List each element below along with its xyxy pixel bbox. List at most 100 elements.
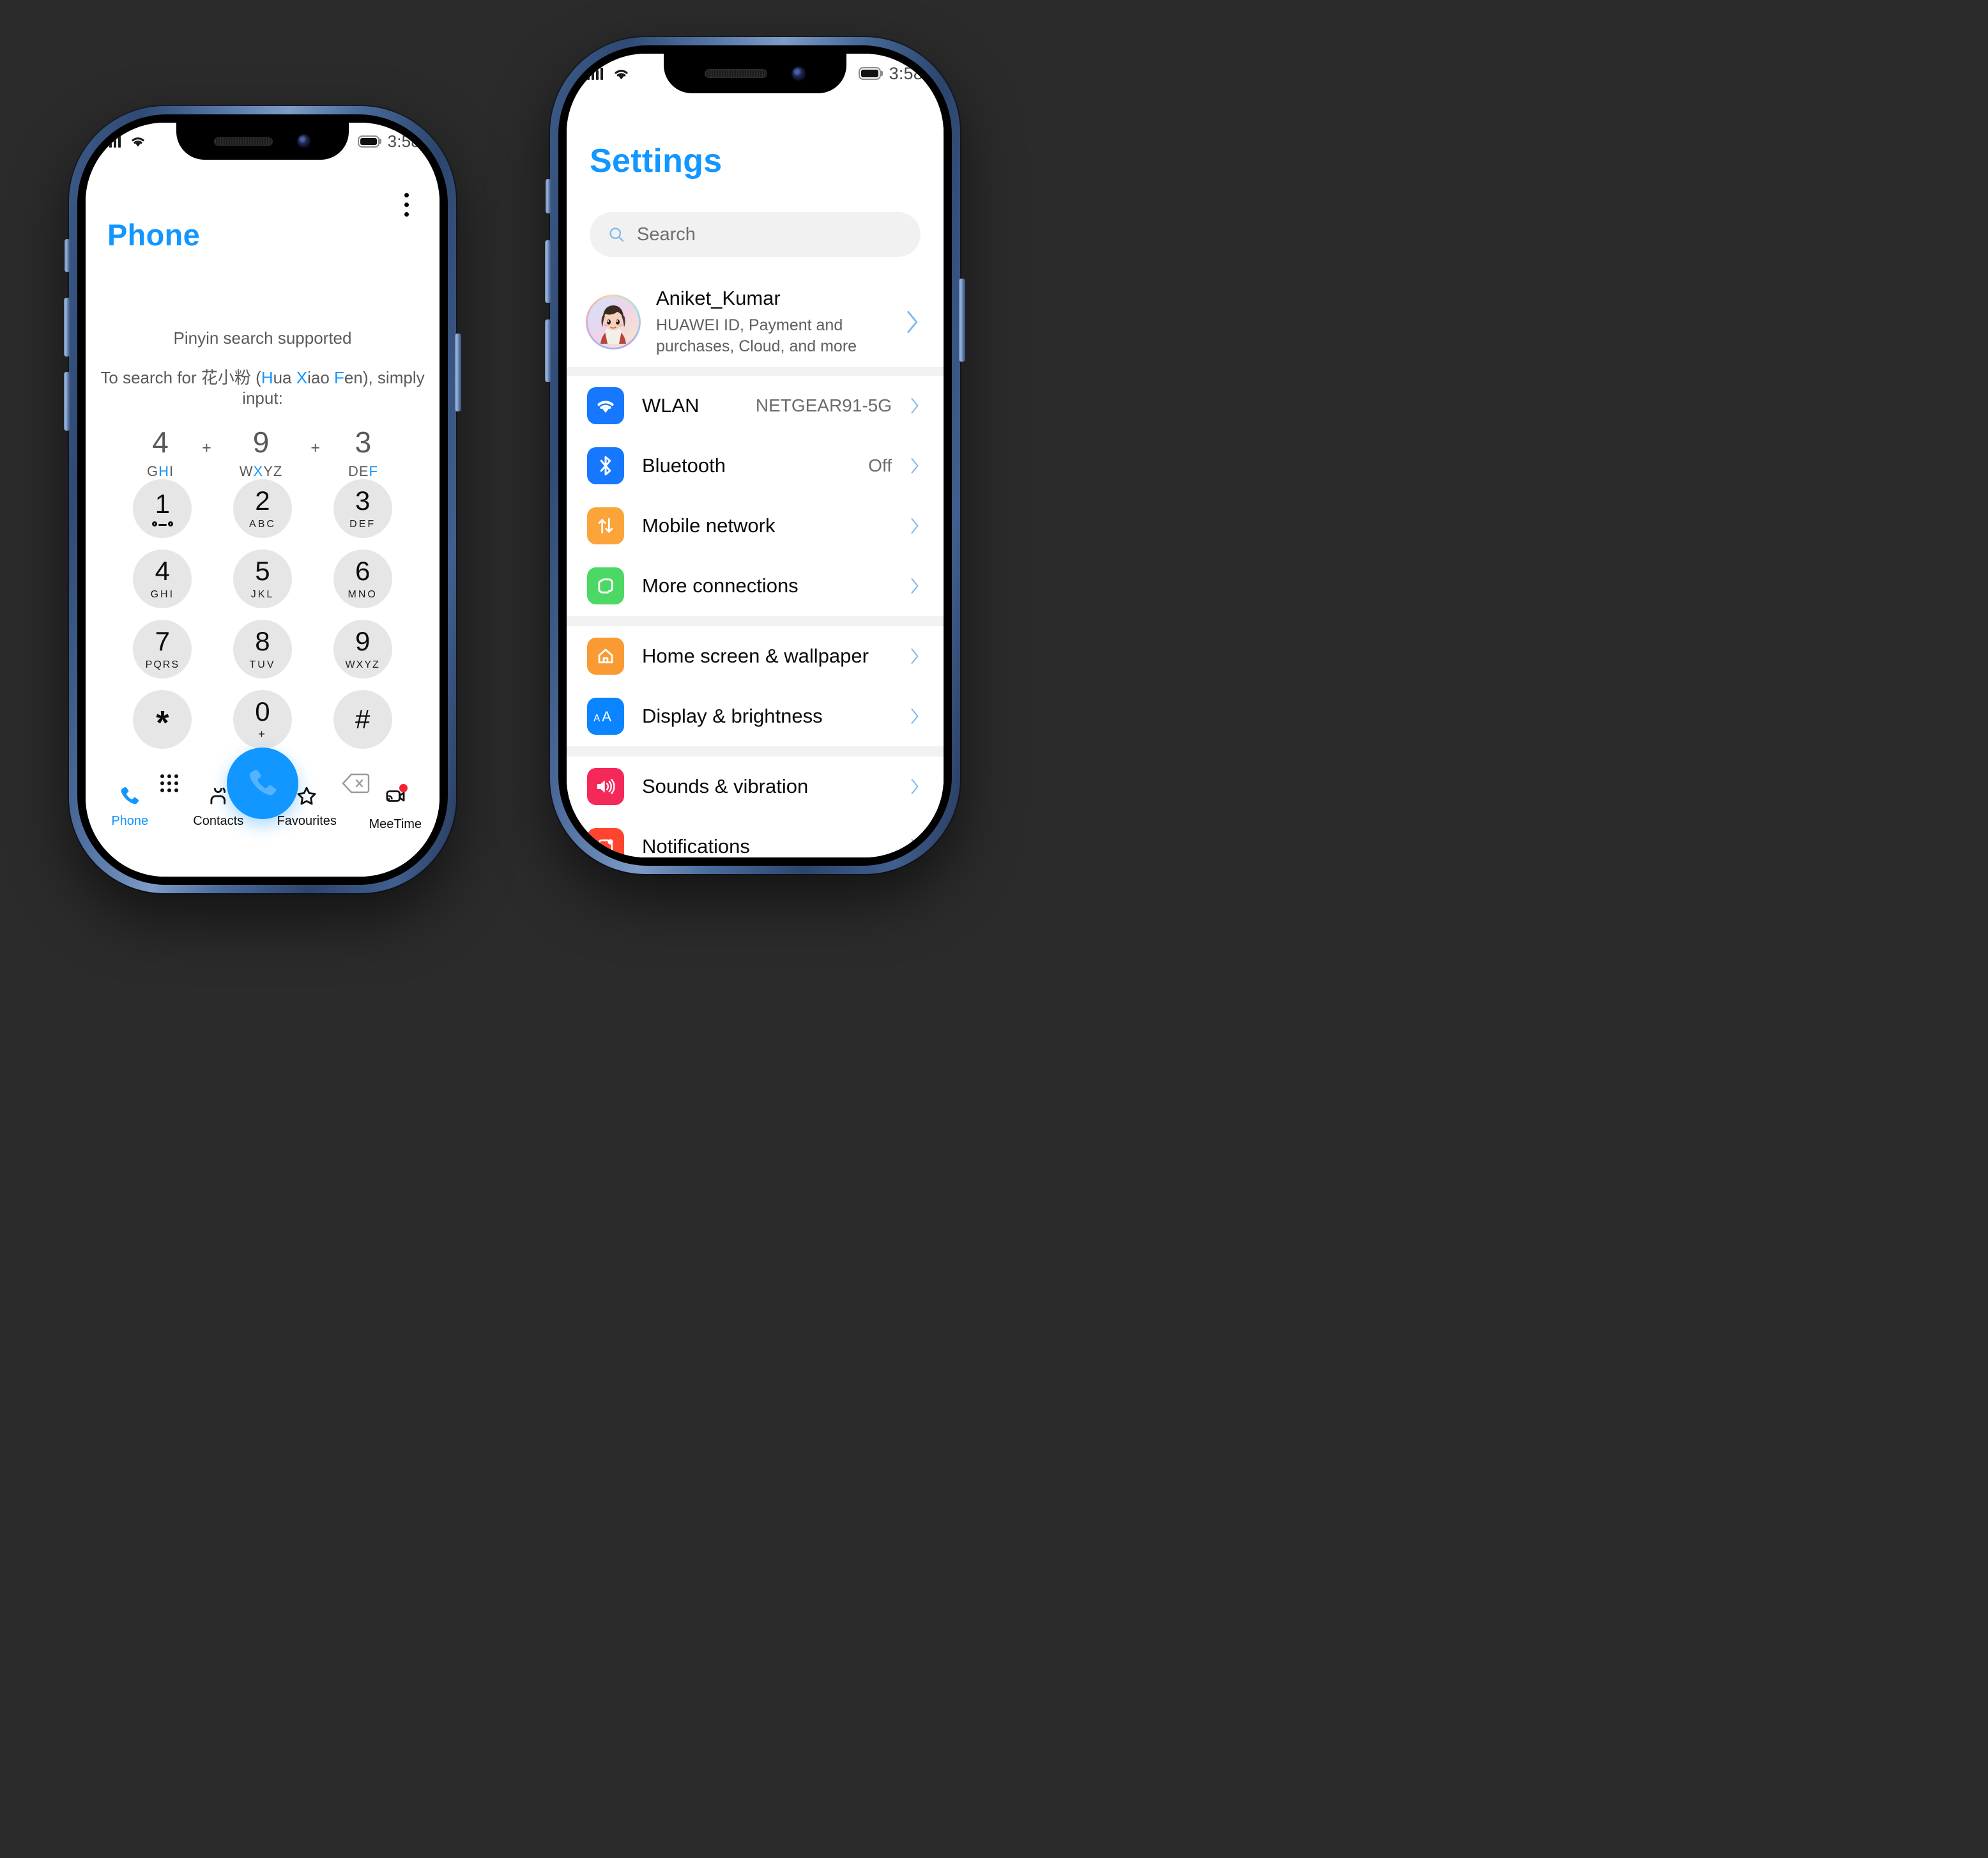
key-digit: 8 bbox=[255, 626, 270, 656]
chevron-right-icon bbox=[911, 839, 919, 854]
key-digit: 4 bbox=[155, 555, 170, 586]
chevron-right-icon bbox=[911, 578, 919, 594]
chevron-right-icon bbox=[911, 649, 919, 664]
profile-subtitle: HUAWEI ID, Payment and purchases, Cloud,… bbox=[656, 316, 857, 356]
dialpad-key-5[interactable]: 5 JKL bbox=[233, 549, 292, 608]
power-button[interactable] bbox=[455, 334, 461, 411]
formula-letters-pre: G bbox=[147, 463, 159, 479]
dialpad-key-7[interactable]: 7 PQRS bbox=[133, 620, 192, 679]
hint-open: ( bbox=[250, 368, 261, 387]
row-label: Bluetooth bbox=[642, 454, 726, 477]
voicemail-icon bbox=[151, 521, 173, 526]
pinyin-hint-line2: To search for 花小粉 (Hua Xiao Fen), simply… bbox=[86, 365, 440, 408]
key-digit: * bbox=[156, 704, 169, 742]
avatar bbox=[586, 295, 641, 349]
earpiece-speaker bbox=[704, 69, 767, 78]
front-camera bbox=[791, 66, 806, 81]
volume-down-button[interactable] bbox=[64, 372, 70, 431]
phone-handset-icon bbox=[121, 787, 139, 804]
dialpad-key-2[interactable]: 2 ABC bbox=[233, 479, 292, 538]
volume-up-button[interactable] bbox=[545, 240, 551, 303]
settings-row-sounds-vibration[interactable]: Sounds & vibration bbox=[567, 756, 944, 817]
settings-row-home-screen-wallpaper[interactable]: Home screen & wallpaper bbox=[567, 626, 944, 686]
row-label: More connections bbox=[642, 574, 799, 597]
chevron-right-icon bbox=[911, 518, 919, 534]
key-letters: TUV bbox=[249, 659, 276, 670]
key-letters: WXYZ bbox=[345, 659, 380, 670]
settings-row-mobile-network[interactable]: Mobile network bbox=[567, 496, 944, 556]
device-notch bbox=[664, 54, 846, 93]
overflow-menu-icon[interactable] bbox=[398, 187, 415, 223]
formula-letters-pre: W bbox=[239, 463, 254, 479]
key-digit: 7 bbox=[155, 626, 170, 656]
dialpad-key-hash[interactable]: # bbox=[333, 690, 392, 749]
tab-phone[interactable]: Phone bbox=[86, 785, 174, 854]
formula-item-3: 3 DEF bbox=[348, 427, 378, 480]
formula-letters-hl: H bbox=[158, 463, 170, 479]
search-input[interactable]: Search bbox=[590, 212, 921, 257]
formula-letters-post: YZ bbox=[263, 463, 283, 479]
volume-down-button[interactable] bbox=[545, 319, 551, 382]
key-letters: + bbox=[258, 727, 267, 741]
pinyin-formula: 4 GHI + 9 WXYZ + 3 DEF bbox=[86, 427, 440, 480]
row-label: Home screen & wallpaper bbox=[642, 645, 869, 667]
wifi-icon bbox=[132, 137, 144, 147]
hint-before: To search for bbox=[100, 368, 201, 387]
row-label: Notifications bbox=[642, 835, 750, 857]
dialpad-key-9[interactable]: 9 WXYZ bbox=[333, 620, 392, 679]
search-placeholder: Search bbox=[637, 224, 696, 245]
key-digit: 5 bbox=[255, 555, 270, 586]
cellular-signal-icon bbox=[105, 135, 121, 148]
page-title: Phone bbox=[107, 218, 201, 252]
dialpad-key-3[interactable]: 3 DEF bbox=[333, 479, 392, 538]
data-transfer-icon bbox=[587, 507, 624, 544]
dialpad-key-star[interactable]: * bbox=[133, 690, 192, 749]
row-label: Display & brightness bbox=[642, 705, 823, 727]
hint-ua: ua bbox=[273, 368, 296, 387]
dialpad-key-6[interactable]: 6 MNO bbox=[333, 549, 392, 608]
profile-name: Aniket_Kumar bbox=[656, 286, 781, 309]
tab-label: MeeTime bbox=[369, 817, 422, 831]
settings-group-sound: Sounds & vibration Notifications bbox=[567, 756, 944, 857]
phone-app-screen: 3:58 Phone Pinyin search supported To se… bbox=[86, 123, 440, 877]
silent-switch[interactable] bbox=[546, 179, 551, 213]
tab-label: Contacts bbox=[193, 814, 244, 828]
formula-letters: GHI bbox=[147, 463, 174, 480]
dialpad-key-4[interactable]: 4 GHI bbox=[133, 549, 192, 608]
key-letters: MNO bbox=[348, 588, 378, 600]
settings-row-more-connections[interactable]: More connections bbox=[567, 556, 944, 616]
key-digit: 0 bbox=[255, 696, 270, 726]
silent-switch[interactable] bbox=[65, 239, 70, 272]
dialpad-key-0[interactable]: 0 + bbox=[233, 690, 292, 749]
home-house-icon bbox=[587, 638, 624, 675]
formula-letters: DEF bbox=[348, 463, 378, 480]
settings-row-display-brightness[interactable]: A A Display & brightness bbox=[567, 686, 944, 746]
tab-favourites[interactable]: Favourites bbox=[263, 785, 351, 854]
volume-up-button[interactable] bbox=[64, 298, 70, 357]
earpiece-speaker bbox=[214, 137, 273, 146]
profile-row[interactable]: Aniket_Kumar HUAWEI ID, Payment and purc… bbox=[567, 279, 944, 365]
pinyin-hint-line1: Pinyin search supported bbox=[173, 328, 352, 348]
tab-contacts[interactable]: Contacts bbox=[174, 785, 263, 854]
row-label: Mobile network bbox=[642, 514, 776, 537]
dialpad-key-1[interactable]: 1 bbox=[133, 479, 192, 538]
formula-letters-pre: DE bbox=[348, 463, 369, 479]
key-digit: 9 bbox=[355, 626, 371, 656]
key-letters: JKL bbox=[250, 588, 275, 600]
dialpad-key-8[interactable]: 8 TUV bbox=[233, 620, 292, 679]
hint-f: F bbox=[334, 368, 344, 387]
power-button[interactable] bbox=[959, 279, 965, 362]
page-title: Settings bbox=[590, 142, 723, 180]
notification-badge-icon bbox=[587, 828, 624, 857]
tab-meetime[interactable]: MeeTime bbox=[351, 784, 440, 854]
settings-group-display: Home screen & wallpaper A A Display & br… bbox=[567, 626, 944, 746]
bluetooth-icon bbox=[587, 447, 624, 484]
user-avatar-image bbox=[588, 296, 639, 348]
key-letters: ABC bbox=[249, 518, 276, 530]
chevron-right-icon bbox=[911, 709, 919, 724]
settings-row-bluetooth[interactable]: Bluetooth Off bbox=[567, 436, 944, 496]
chevron-right-icon bbox=[907, 311, 918, 334]
settings-row-wlan[interactable]: WLAN NETGEAR91-5G bbox=[567, 376, 944, 436]
settings-row-notifications[interactable]: Notifications bbox=[567, 817, 944, 857]
bottom-tab-bar: Phone Contacts Favourites MeeTime bbox=[86, 784, 440, 854]
